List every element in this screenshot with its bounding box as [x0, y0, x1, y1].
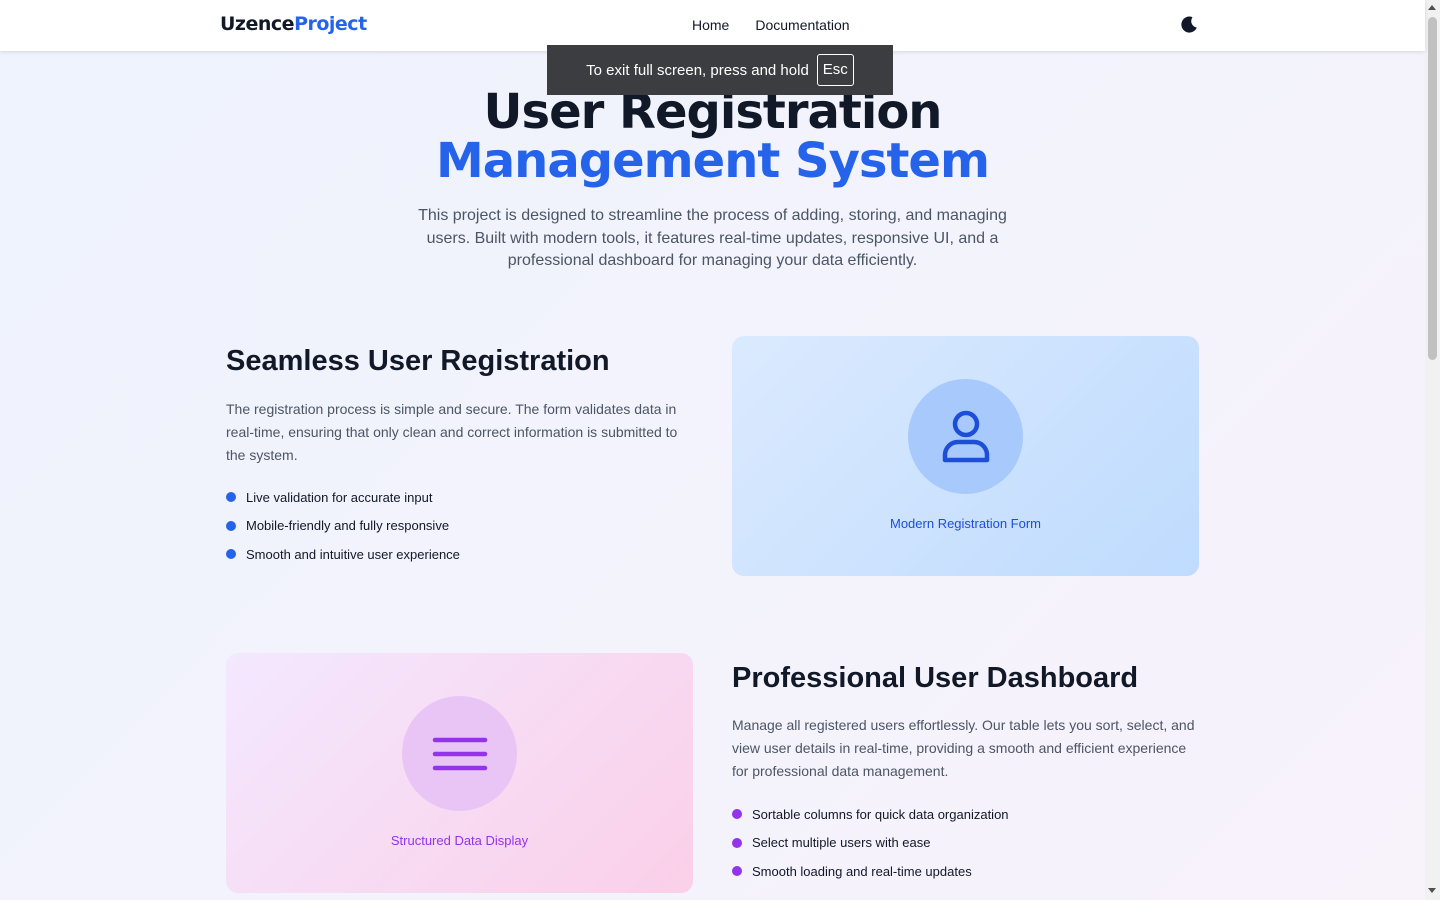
- bullet-dot: [226, 492, 236, 503]
- registration-section-description: The registration process is simple and s…: [226, 401, 678, 464]
- scroll-up-arrow-icon[interactable]: [1428, 5, 1436, 10]
- esc-key-badge: Esc: [816, 54, 854, 86]
- card-caption: Structured Data Display: [390, 833, 529, 848]
- theme-toggle-button[interactable]: [1179, 15, 1199, 35]
- bullet-dot: [732, 809, 742, 820]
- fullscreen-exit-toast: To exit full screen, press and hold Esc: [547, 45, 893, 95]
- nav-link-home[interactable]: Home: [692, 17, 729, 33]
- icon-circle: [908, 379, 1023, 494]
- user-icon: [942, 410, 989, 462]
- toast-text: To exit full screen, press and hold: [586, 61, 809, 79]
- feature-text: Smooth loading and real-time updates: [752, 863, 972, 879]
- hero-description: This project is designed to streamline t…: [418, 207, 1007, 270]
- feature-text: Sortable columns for quick data organiza…: [752, 806, 1009, 822]
- nav-links: Home Documentation: [692, 17, 850, 33]
- nav-link-documentation[interactable]: Documentation: [755, 17, 849, 33]
- list-item: Mobile-friendly and fully responsive: [226, 512, 460, 541]
- feature-text: Select multiple users with ease: [752, 835, 931, 851]
- list-item: Live validation for accurate input: [226, 483, 460, 512]
- moon-icon: [1181, 16, 1197, 33]
- bullet-dot: [226, 549, 236, 560]
- bullet-dot: [732, 837, 742, 848]
- list-item: Smooth loading and real-time updates: [732, 857, 1009, 886]
- list-item: Sortable columns for quick data organiza…: [732, 800, 1009, 829]
- feature-text: Smooth and intuitive user experience: [246, 546, 460, 562]
- registration-feature-list: Live validation for accurate input Mobil…: [226, 483, 460, 569]
- list-item: Select multiple users with ease: [732, 829, 1009, 858]
- feature-text: Mobile-friendly and fully responsive: [246, 518, 450, 534]
- dashboard-section-description: Manage all registered users effortlessly…: [732, 717, 1195, 780]
- hero-title-line-2: Management System: [436, 133, 990, 189]
- logo-part-2: Project: [294, 13, 367, 35]
- page-scrollbar[interactable]: [1425, 0, 1440, 900]
- scroll-down-arrow-icon[interactable]: [1428, 888, 1436, 893]
- list-item: Smooth and intuitive user experience: [226, 540, 460, 569]
- hero-title-line-1: User Registration: [483, 84, 943, 140]
- registration-form-card: Modern Registration Form: [732, 336, 1199, 576]
- dashboard-section-title: Professional User Dashboard: [732, 662, 1139, 694]
- feature-text: Live validation for accurate input: [246, 489, 433, 505]
- bullet-dot: [732, 866, 742, 877]
- menu-lines-icon: [432, 737, 487, 770]
- dashboard-feature-list: Sortable columns for quick data organiza…: [732, 800, 1009, 886]
- card-caption: Modern Registration Form: [890, 516, 1041, 531]
- logo[interactable]: UzenceProject: [220, 13, 367, 35]
- data-display-card: Structured Data Display: [226, 653, 693, 893]
- navbar: UzenceProject Home Documentation: [0, 0, 1425, 51]
- icon-circle: [402, 696, 517, 811]
- bullet-dot: [226, 520, 236, 531]
- scrollbar-thumb[interactable]: [1428, 17, 1437, 360]
- logo-part-1: Uzence: [220, 13, 295, 35]
- registration-section-title: Seamless User Registration: [226, 345, 610, 377]
